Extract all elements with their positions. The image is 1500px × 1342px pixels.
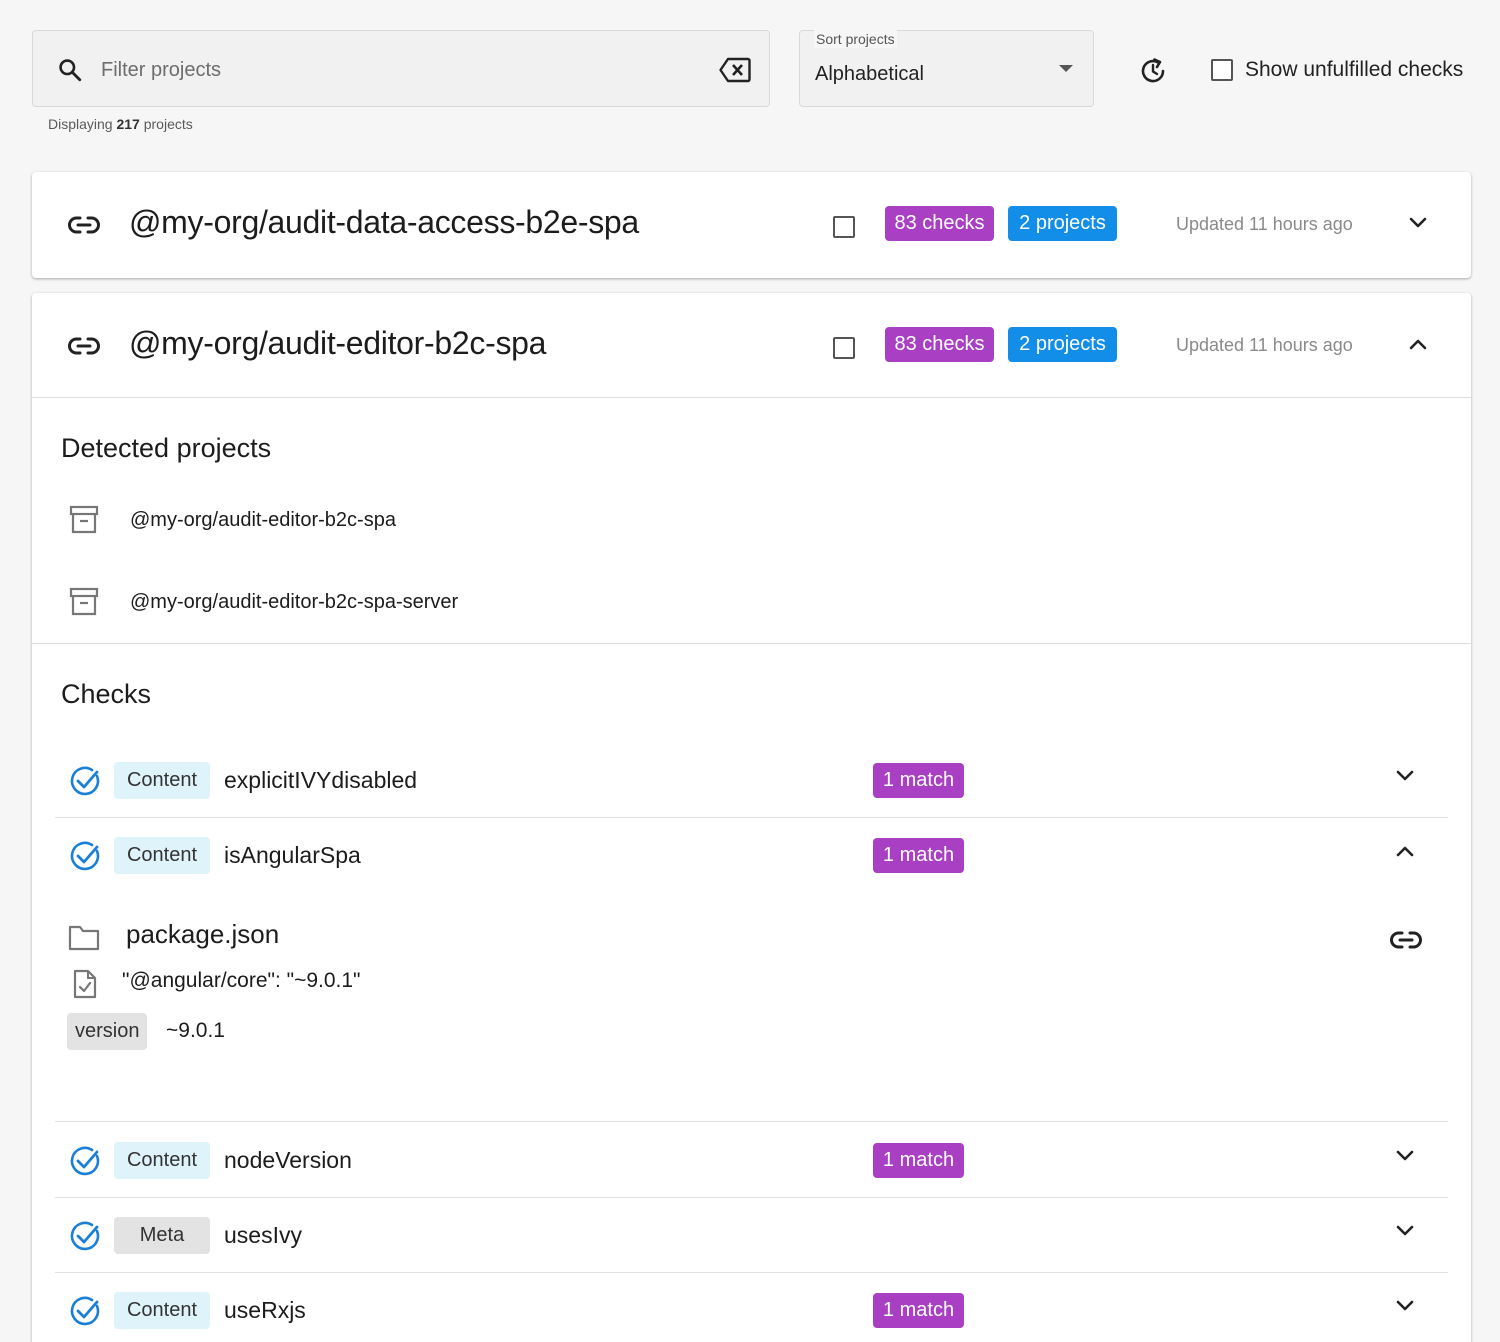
detected-project-item: @my-org/audit-editor-b2c-spa [68, 504, 396, 536]
check-type-tag: Content [114, 1292, 210, 1329]
divider [55, 1197, 1448, 1198]
project-select-checkbox[interactable] [833, 337, 855, 359]
match-detail: package.json "@angular/core": "~9.0.1" v… [67, 913, 1448, 1093]
chevron-down-icon[interactable] [1395, 1148, 1415, 1164]
show-unfulfilled-label: Show unfulfilled checks [1245, 58, 1464, 81]
capture-value: ~9.0.1 [166, 1019, 225, 1042]
check-circle-icon [70, 766, 100, 796]
projects-count-badge: 2 projects [1008, 206, 1117, 241]
match-count-badge: 1 match [873, 838, 964, 873]
divider [32, 397, 1471, 398]
project-title: @my-org/audit-data-access-b2e-spa [129, 204, 639, 240]
dropdown-caret-icon [1059, 65, 1073, 72]
match-count-badge: 1 match [873, 763, 964, 798]
check-circle-icon [70, 1146, 100, 1176]
check-row[interactable]: Content nodeVersion 1 match [55, 1124, 1448, 1198]
refresh-icon[interactable] [1137, 55, 1169, 87]
divider [55, 1121, 1448, 1122]
filter-projects-input[interactable] [101, 53, 701, 87]
capture-name-tag: version [67, 1013, 148, 1050]
detected-project-name: @my-org/audit-editor-b2c-spa [130, 508, 396, 531]
chevron-down-icon[interactable] [1408, 215, 1428, 231]
checks-count-badge: 83 checks [885, 327, 994, 362]
check-row[interactable]: Meta usesIvy [55, 1199, 1448, 1273]
show-unfulfilled-checkbox[interactable] [1211, 59, 1233, 81]
check-row[interactable]: Content useRxjs 1 match [55, 1274, 1448, 1342]
check-name: explicitIVYdisabled [224, 767, 418, 793]
detected-project-item: @my-org/audit-editor-b2c-spa-server [68, 586, 458, 618]
projects-count-badge: 2 projects [1008, 327, 1117, 362]
match-file-name: package.json [126, 919, 280, 949]
checks-count-badge: 83 checks [885, 206, 994, 241]
project-title: @my-org/audit-editor-b2c-spa [129, 325, 547, 361]
chevron-up-icon[interactable] [1408, 336, 1428, 352]
check-type-tag: Content [114, 1142, 210, 1179]
match-count-badge: 1 match [873, 1293, 964, 1328]
divider [55, 1272, 1448, 1273]
divider [55, 817, 1448, 818]
project-card-header[interactable]: @my-org/audit-editor-b2c-spa 83 checks 2… [32, 293, 1471, 399]
check-circle-icon [70, 1296, 100, 1326]
checks-heading: Checks [61, 679, 152, 709]
link-icon[interactable] [68, 212, 100, 238]
check-name: nodeVersion [224, 1147, 352, 1173]
match-count-badge: 1 match [873, 1143, 964, 1178]
check-name: useRxjs [224, 1297, 306, 1323]
archive-icon [69, 505, 99, 534]
check-type-tag: Content [114, 837, 210, 874]
match-snippet: "@angular/core": "~9.0.1" [122, 969, 361, 992]
sort-projects-value: Alphabetical [815, 63, 924, 85]
project-card-header[interactable]: @my-org/audit-data-access-b2e-spa 83 che… [32, 172, 1471, 278]
check-circle-icon [70, 1221, 100, 1251]
show-unfulfilled-toggle[interactable]: Show unfulfilled checks [1211, 58, 1463, 82]
chevron-down-icon[interactable] [1395, 768, 1415, 784]
project-select-checkbox[interactable] [833, 216, 855, 238]
detected-projects-heading: Detected projects [61, 433, 272, 463]
updated-timestamp: Updated 11 hours ago [1176, 335, 1353, 355]
project-card: @my-org/audit-data-access-b2e-spa 83 che… [32, 172, 1471, 278]
filter-projects-field[interactable] [32, 30, 770, 107]
detected-project-name: @my-org/audit-editor-b2c-spa-server [130, 590, 459, 613]
link-icon[interactable] [68, 333, 100, 359]
project-count: Displaying 217 projects [48, 116, 193, 132]
chevron-up-icon[interactable] [1395, 843, 1415, 859]
check-row[interactable]: Content explicitIVYdisabled 1 match [55, 744, 1448, 818]
archive-icon [69, 587, 99, 616]
sort-projects-label: Sort projects [814, 30, 897, 48]
folder-icon [68, 925, 100, 951]
link-icon[interactable] [1390, 927, 1422, 953]
chevron-down-icon[interactable] [1395, 1298, 1415, 1314]
file-check-icon [73, 969, 97, 999]
check-circle-icon [70, 841, 100, 871]
project-card: @my-org/audit-editor-b2c-spa 83 checks 2… [32, 293, 1471, 1342]
backspace-icon[interactable] [719, 57, 751, 83]
search-icon [59, 59, 82, 82]
check-name: usesIvy [224, 1222, 302, 1248]
updated-timestamp: Updated 11 hours ago [1176, 214, 1353, 234]
check-type-tag: Content [114, 762, 210, 799]
chevron-down-icon[interactable] [1395, 1223, 1415, 1239]
check-row[interactable]: Content isAngularSpa 1 match [55, 819, 1448, 893]
sort-projects-select[interactable]: Sort projects Alphabetical [799, 30, 1094, 107]
divider [32, 643, 1471, 644]
check-type-tag: Meta [114, 1217, 210, 1254]
check-name: isAngularSpa [224, 842, 361, 868]
